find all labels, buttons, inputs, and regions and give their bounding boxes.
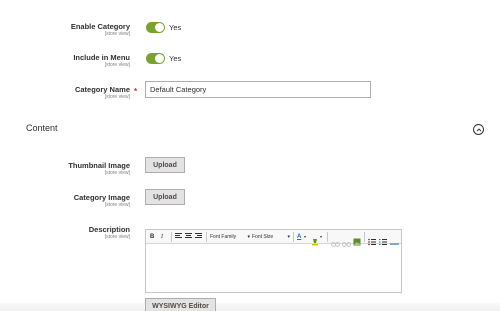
sticky-footer-shadow <box>0 303 500 311</box>
collapse-chevron-up-icon[interactable] <box>473 124 484 135</box>
thumbnail-upload-button[interactable]: Upload <box>145 157 185 173</box>
category-image-upload-button[interactable]: Upload <box>145 189 185 205</box>
toolbar-divider <box>327 232 328 242</box>
description-textarea[interactable] <box>146 244 401 292</box>
editor-toolbar: B I Font Family ▾ Font Size ▾ A ▾ ▾ <box>146 230 401 247</box>
toolbar-divider <box>171 232 172 242</box>
font-family-label: Font Family <box>210 234 237 240</box>
italic-button[interactable]: I <box>161 232 163 242</box>
font-size-select[interactable]: Font Size ▾ <box>252 232 290 242</box>
enable-category-toggle[interactable] <box>146 22 165 33</box>
required-asterisk: * <box>134 87 138 96</box>
thumbnail-image-label: Thumbnail Image [store view] <box>68 161 130 176</box>
text-color-button[interactable]: A <box>297 232 301 242</box>
toolbar-divider <box>364 232 365 242</box>
description-editor: B I Font Family ▾ Font Size ▾ A ▾ ▾ <box>145 229 402 293</box>
toggle-knob <box>155 54 164 63</box>
category-name-label: Category Name [store view] <box>74 85 130 100</box>
toolbar-divider <box>206 232 207 242</box>
dropdown-arrow-icon: ▾ <box>247 234 250 240</box>
dropdown-arrow-icon[interactable]: ▾ <box>320 232 322 242</box>
category-name-input[interactable] <box>145 81 371 98</box>
align-center-icon[interactable] <box>185 233 192 240</box>
toolbar-divider <box>293 232 294 242</box>
description-label: Description [store view] <box>88 225 130 240</box>
category-image-label: Category Image [store view] <box>73 193 130 208</box>
bold-button[interactable]: B <box>150 232 154 242</box>
wysiwyg-editor-button[interactable]: WYSIWYG Editor <box>145 298 216 311</box>
content-section-title[interactable]: Content <box>26 123 58 133</box>
enable-category-label: Enable Category [store view] <box>70 22 130 37</box>
font-size-label: Font Size <box>252 234 274 240</box>
include-in-menu-toggle[interactable] <box>146 53 165 64</box>
include-in-menu-label: Include in Menu [store view] <box>73 53 130 68</box>
enable-category-state: Yes <box>169 23 182 32</box>
align-left-icon[interactable] <box>175 233 182 240</box>
dropdown-arrow-icon[interactable]: ▾ <box>304 232 306 242</box>
dropdown-arrow-icon: ▾ <box>287 234 290 240</box>
font-family-select[interactable]: Font Family ▾ <box>210 232 250 242</box>
include-in-menu-state: Yes <box>169 54 182 63</box>
toggle-knob <box>155 23 164 32</box>
align-right-icon[interactable] <box>195 233 202 240</box>
